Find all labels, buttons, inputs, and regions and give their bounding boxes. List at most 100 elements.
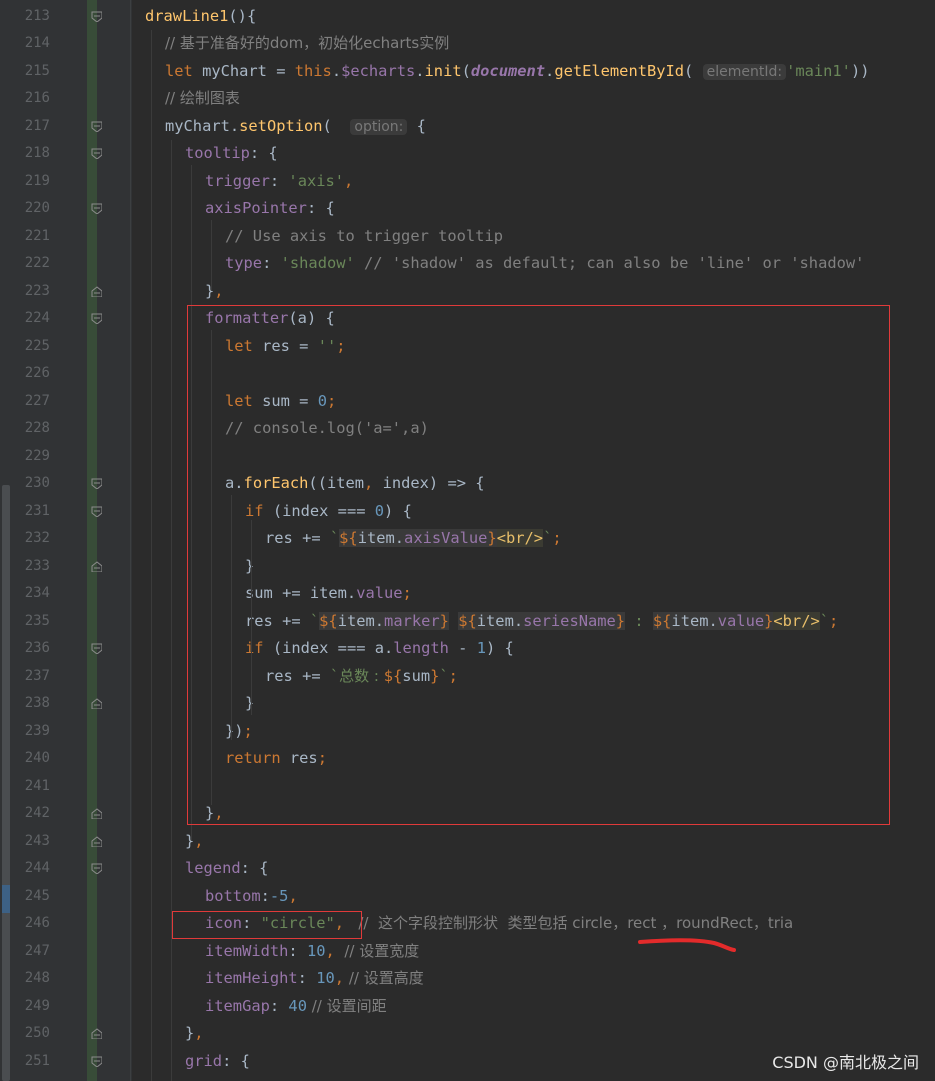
code-line-222[interactable]: type: 'shadow' // 'shadow' as default; c…	[225, 250, 864, 278]
code-token: : {	[222, 1051, 250, 1070]
property: grid	[185, 1051, 223, 1070]
line-number: 249	[24, 997, 50, 1014]
property: type	[225, 254, 263, 273]
string-literal: 'main1'	[786, 61, 851, 80]
code-line-218[interactable]: tooltip: {	[185, 140, 278, 168]
string-literal: 'shadow'	[280, 254, 355, 273]
code-line-243[interactable]: },	[185, 828, 204, 856]
red-underline-stroke	[638, 938, 736, 952]
fold-open-icon[interactable]	[91, 313, 102, 324]
code-token: .	[331, 61, 342, 80]
comment: // 设置高度	[344, 969, 424, 988]
fold-close-icon[interactable]	[91, 835, 102, 847]
line-number: 217	[24, 117, 50, 134]
fold-close-icon[interactable]	[91, 285, 102, 297]
code-line-214[interactable]: // 基于准备好的dom，初始化echarts实例	[165, 30, 449, 58]
line-number: 219	[24, 172, 50, 189]
left-scroll-indicator[interactable]	[2, 485, 10, 1081]
code-line-248[interactable]: itemHeight: 10, // 设置高度	[205, 965, 424, 993]
code-token: {	[416, 116, 426, 135]
code-line-244[interactable]: legend: {	[185, 855, 268, 883]
code-line-215[interactable]: let myChart = this.$echarts.init(documen…	[165, 58, 870, 87]
line-number: 238	[24, 695, 50, 712]
code-line-221[interactable]: // Use axis to trigger tooltip	[225, 223, 503, 251]
keyword: this	[294, 61, 332, 80]
code-token: myChart =	[192, 61, 295, 80]
string-literal: 'axis'	[288, 171, 345, 190]
code-line-223[interactable]: },	[205, 278, 224, 306]
property: itemHeight	[205, 969, 298, 988]
fold-close-icon[interactable]	[91, 1028, 102, 1039]
punctuation: ,	[194, 1024, 204, 1043]
fold-close-icon[interactable]	[91, 808, 102, 819]
code-token: .	[545, 61, 555, 80]
line-number: 247	[24, 942, 50, 959]
fold-open-icon[interactable]	[91, 11, 102, 22]
code-token: .	[415, 61, 425, 80]
line-number: 213	[24, 7, 50, 24]
code-line-251[interactable]: grid: {	[185, 1048, 250, 1076]
code-token: :	[288, 941, 307, 960]
code-line-247[interactable]: itemWidth: 10, // 设置宽度	[205, 938, 419, 966]
line-number: 241	[24, 777, 50, 794]
number-literal: -5	[269, 886, 289, 905]
number-literal: 40	[288, 996, 307, 1015]
fold-open-icon[interactable]	[91, 478, 102, 489]
function-name: setOption	[239, 116, 323, 135]
line-number: 215	[24, 62, 50, 79]
code-line-220[interactable]: axisPointer: {	[205, 195, 335, 223]
comment: // 'shadow' as default; can also be 'lin…	[354, 254, 865, 273]
code-line-213[interactable]: drawLine1(){	[145, 3, 256, 31]
line-number: 230	[24, 475, 50, 492]
line-number: 223	[24, 282, 50, 299]
keyword: let	[165, 61, 193, 80]
line-number: 232	[24, 530, 50, 547]
fold-open-icon[interactable]	[91, 863, 102, 874]
fold-open-icon[interactable]	[91, 643, 102, 654]
code-line-249[interactable]: itemGap: 40 // 设置间距	[205, 993, 387, 1021]
property: $echarts	[341, 61, 416, 80]
property: itemWidth	[205, 941, 289, 960]
code-token: :	[262, 254, 281, 273]
code-token: (	[684, 61, 694, 80]
fold-open-icon[interactable]	[91, 506, 102, 517]
code-line-216[interactable]: // 绘制图表	[165, 85, 240, 113]
line-number: 242	[24, 805, 50, 822]
code-token: :	[297, 969, 317, 988]
fold-open-icon[interactable]	[91, 1056, 102, 1067]
code-token: : {	[249, 144, 278, 163]
fold-close-icon[interactable]	[91, 560, 102, 572]
code-token: (){	[228, 6, 257, 25]
line-number: 224	[24, 310, 50, 327]
code-token: (	[461, 61, 471, 80]
line-number: 246	[24, 915, 50, 932]
left-scroll-highlight	[2, 885, 10, 913]
line-number: 221	[24, 227, 50, 244]
line-number: 214	[24, 35, 50, 52]
comment: // 这个字段控制形状 类型包括 circle，rect ，roundRect，…	[344, 914, 794, 933]
fold-close-icon[interactable]	[91, 698, 102, 709]
line-number: 239	[24, 722, 50, 739]
code-token: }	[205, 281, 215, 300]
line-number: 225	[24, 337, 50, 354]
comment: // 绘制图表	[165, 89, 240, 108]
line-number: 233	[24, 557, 50, 574]
fold-open-icon[interactable]	[91, 121, 102, 132]
line-number: 229	[24, 447, 50, 464]
code-token: }	[185, 831, 195, 850]
parameter-hint: option:	[350, 118, 408, 135]
fold-open-icon[interactable]	[91, 203, 102, 214]
line-number: 236	[24, 640, 50, 657]
property: tooltip	[185, 144, 250, 163]
punctuation: ,	[288, 886, 298, 905]
code-line-245[interactable]: bottom:-5,	[205, 883, 298, 911]
property: bottom	[205, 886, 261, 905]
code-token: myChart.	[165, 116, 240, 135]
code-line-219[interactable]: trigger: 'axis',	[205, 168, 353, 196]
code-line-250[interactable]: },	[185, 1020, 204, 1048]
fold-open-icon[interactable]	[91, 148, 102, 159]
line-number: 218	[24, 145, 50, 162]
code-line-217[interactable]: myChart.setOption( option: {	[165, 113, 426, 142]
punctuation: ,	[214, 281, 224, 300]
code-token: :	[269, 171, 289, 190]
